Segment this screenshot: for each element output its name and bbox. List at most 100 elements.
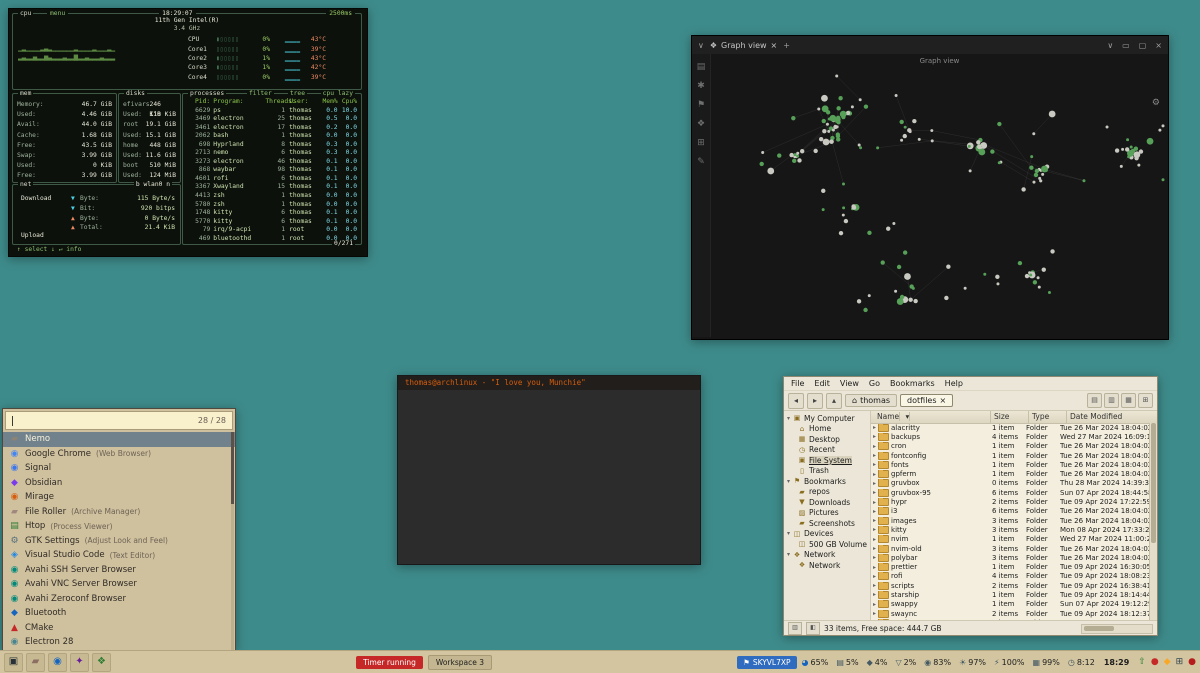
column-date[interactable]: Date Modified [1067,411,1157,423]
file-row[interactable]: ▸ images 3 items Folder Tue 26 Mar 2024 … [871,516,1150,525]
process-row[interactable]: 698 Hyprland 8 thomas 0.3 0.0 [184,141,360,150]
ribbon-icon[interactable]: ✎ [697,157,705,167]
terminal-toggle-icon[interactable]: ◧ [806,622,820,635]
file-row[interactable]: ▸ cron 1 item Folder Tue 26 Mar 2024 18:… [871,442,1150,451]
sidebar-bookmark[interactable]: ▨ Pictures [784,508,870,519]
panel-launcher-icon[interactable]: ❖ [92,653,111,672]
sidebar-group-bookmarks[interactable]: ▾ ⚑ Bookmarks [784,476,870,487]
process-row[interactable]: 4601 rofi 6 thomas 0.1 0.0 [184,175,360,184]
process-row[interactable]: 3469 electron 25 thomas 0.5 0.0 [184,115,360,124]
file-row[interactable]: ▸ starship 1 item Folder Tue 09 Apr 2024… [871,590,1150,599]
ribbon-icon[interactable]: ⚑ [697,100,705,110]
ribbon-icon[interactable]: ⊞ [697,138,705,148]
filter-button[interactable]: filter [247,90,274,97]
back-button[interactable]: ◂ [788,393,804,409]
process-row[interactable]: 3367 Xwayland 15 thomas 0.1 0.0 [184,183,360,192]
sidebar-item[interactable]: ▣ File System [784,455,870,466]
sidebar-item[interactable]: ▦ Desktop [784,434,870,445]
panel-clock[interactable]: 18:29 [1104,658,1129,667]
graph-view-tab[interactable]: ❖ Graph view × [710,41,777,50]
expander-icon[interactable]: ▸ [873,489,876,496]
graph-settings-gear-icon[interactable]: ⚙ [1152,98,1160,108]
process-row[interactable]: 4413 zsh 1 thomas 0.0 0.0 [184,192,360,201]
launcher-item[interactable]: ◉ Avahi Zeroconf Browser [3,592,235,607]
expander-icon[interactable]: ▸ [873,591,876,598]
net-interface[interactable]: b wlan0 n [134,181,172,188]
knowledge-graph[interactable] [711,54,1168,337]
process-row[interactable]: 3461 electron 17 thomas 0.2 0.0 [184,124,360,133]
expander-icon[interactable]: ▸ [873,619,876,620]
process-row[interactable]: 3273 electron 46 thomas 0.1 0.0 [184,158,360,167]
launcher-item[interactable]: ◉ Electron 28 [3,635,235,650]
view-toggle-icon[interactable]: ▥ [1104,393,1119,408]
sidebar-group-computer[interactable]: ▾ ▣ My Computer [784,413,870,424]
keyboard-layout-indicator[interactable]: ⚑ SKYVL7XP [737,656,796,669]
window-control-icon[interactable]: × [1155,41,1162,50]
file-row[interactable]: ▸ i3 6 items Folder Tue 26 Mar 2024 18:0… [871,507,1150,516]
file-row[interactable]: ▸ rofi 4 items Folder Tue 09 Apr 2024 18… [871,572,1150,581]
menu-item[interactable]: File [791,379,804,388]
launcher-item[interactable]: ◉ Avahi VNC Server Browser [3,577,235,592]
expander-icon[interactable]: ▸ [873,554,876,561]
process-row[interactable]: 6629 ps 1 thomas 0.0 10.0 [184,107,360,116]
system-stat[interactable]: ☀ 97% [959,658,986,667]
processes-box-label[interactable]: processes [188,90,226,97]
file-row[interactable]: ▸ fontconfig 1 item Folder Tue 26 Mar 20… [871,451,1150,460]
file-row[interactable]: ▸ waybar 1 item Folder Tue 26 Mar 2024 1… [871,618,1150,620]
timer-badge[interactable]: Timer running [356,656,423,669]
window-control-icon[interactable]: ▢ [1139,41,1147,50]
file-row[interactable]: ▸ gpferm 1 item Folder Tue 26 Mar 2024 1… [871,469,1150,478]
panel-launcher-icon[interactable]: ◉ [48,653,67,672]
column-type[interactable]: Type [1029,411,1067,423]
file-row[interactable]: ▸ nvim-old 3 items Folder Tue 26 Mar 202… [871,544,1150,553]
panel-launcher-icon[interactable]: ▰ [26,653,45,672]
column-name[interactable]: Name ▾ [871,411,991,423]
side-pane-toggle-icon[interactable]: ▥ [788,622,802,635]
file-row[interactable]: ▸ hypr 2 items Folder Tue 09 Apr 2024 17… [871,497,1150,506]
system-stat[interactable]: ▽ 2% [895,658,916,667]
file-row[interactable]: ▸ backups 4 items Folder Wed 27 Mar 2024… [871,432,1150,441]
system-stat[interactable]: ▤ 5% [836,658,858,667]
sidebar-bookmark[interactable]: ▼ Downloads [784,497,870,508]
expander-icon[interactable]: ▸ [873,564,876,571]
expander-icon[interactable]: ▸ [873,499,876,506]
expander-icon[interactable]: ▸ [873,480,876,487]
sidebar-bookmark[interactable]: ▰ Screenshots [784,518,870,529]
launcher-item[interactable]: ▤ Htop (Process Viewer) [3,519,235,534]
sidebar-item[interactable]: ◷ Recent [784,445,870,456]
forward-button[interactable]: ▸ [807,393,823,409]
ribbon-icon[interactable]: ✱ [697,81,705,91]
system-stat[interactable]: ▦ 99% [1033,658,1060,667]
tab-close-icon[interactable]: × [771,41,778,50]
expander-icon[interactable]: ▸ [873,536,876,543]
new-tab-button[interactable]: + [783,41,790,50]
panel-launcher-icon[interactable]: ✦ [70,653,89,672]
expander-icon[interactable]: ▸ [873,433,876,440]
expander-icon[interactable]: ▸ [873,452,876,459]
file-row[interactable]: ▸ gruvbox 0 items Folder Thu 28 Mar 2024… [871,479,1150,488]
expander-icon[interactable]: ▸ [873,443,876,450]
btop-menu-button[interactable]: menu [47,10,68,17]
mem-box-label[interactable]: mem [18,90,33,97]
launcher-item[interactable]: ▰ File Roller (Archive Manager) [3,505,235,520]
process-row[interactable]: 5770 kitty 6 thomas 0.1 0.0 [184,218,360,227]
sidebar-group-devices[interactable]: ▾ ◫ Devices [784,529,870,540]
tray-icon[interactable]: ⇧ [1138,657,1146,667]
file-row[interactable]: ▸ polybar 3 items Folder Tue 26 Mar 2024… [871,553,1150,562]
launcher-item[interactable]: ◈ Visual Studio Code (Text Editor) [3,548,235,563]
menu-item[interactable]: Help [945,379,963,388]
process-row[interactable]: 2713 nemo 6 thomas 0.3 0.0 [184,149,360,158]
system-stat[interactable]: ◉ 83% [924,658,951,667]
sidebar-network-item[interactable]: ❖ Network [784,560,870,571]
menu-item[interactable]: Go [869,379,880,388]
launcher-item[interactable]: ⚙ GTK Settings (Adjust Look and Feel) [3,534,235,549]
up-button[interactable]: ▴ [826,393,842,409]
vertical-scrollbar[interactable] [1149,423,1157,620]
expander-icon[interactable]: ▸ [873,573,876,580]
menu-item[interactable]: View [840,379,859,388]
cpu-lazy-button[interactable]: cpu lazy [321,90,355,97]
expander-icon[interactable]: ▸ [873,424,876,431]
launcher-item[interactable]: ▲ CMake [3,621,235,636]
launcher-search-input[interactable]: 28 / 28 [5,411,233,430]
sidebar-group-network[interactable]: ▾ ❖ Network [784,550,870,561]
